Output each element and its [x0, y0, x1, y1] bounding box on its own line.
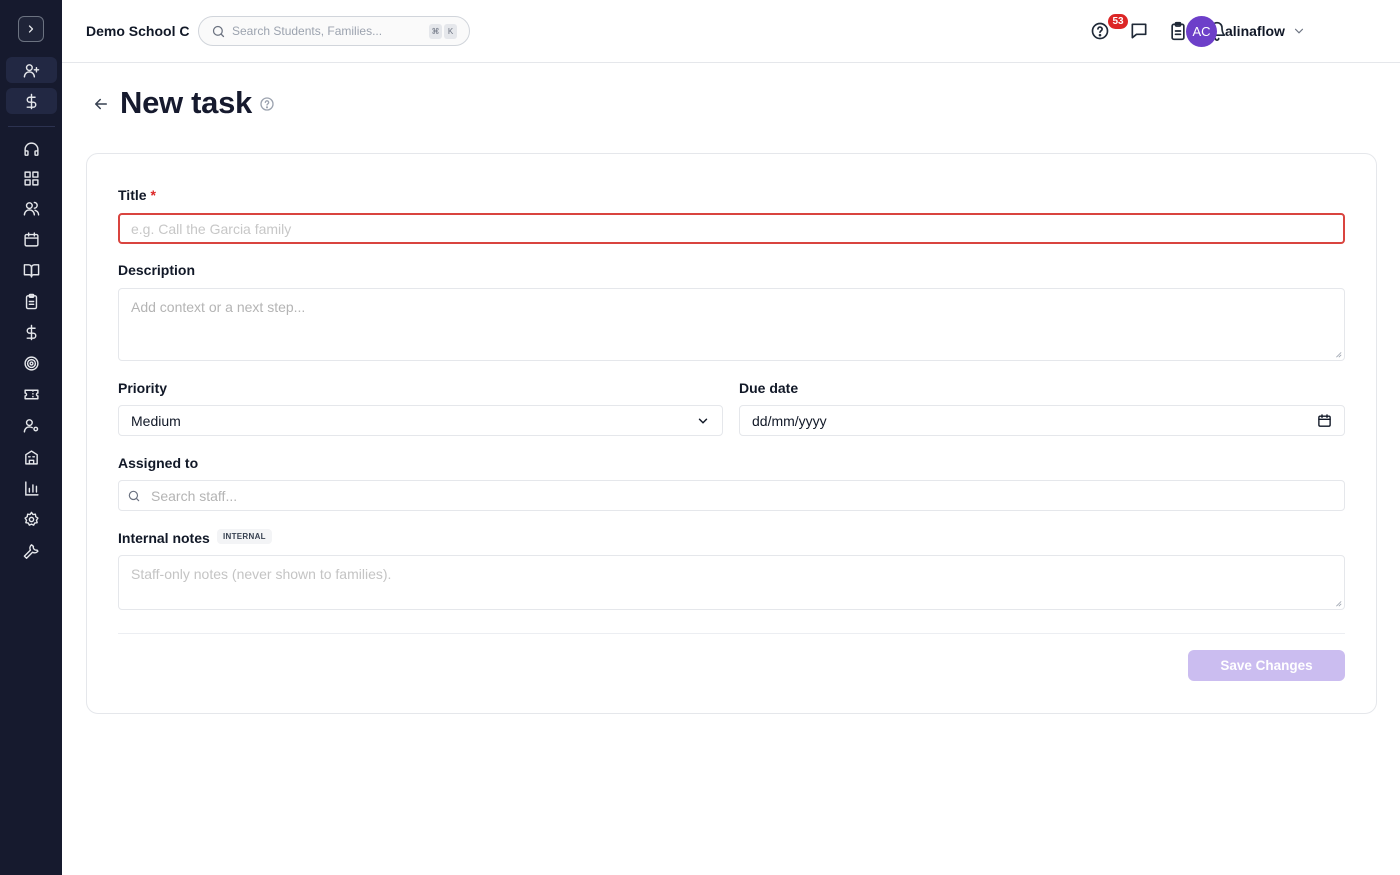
- sidebar-item-calendar[interactable]: [6, 226, 57, 252]
- sidebar-item-reports[interactable]: [6, 475, 57, 501]
- gear-icon: [24, 511, 39, 526]
- user-plus-icon: [23, 63, 40, 78]
- calendar-icon[interactable]: [1317, 413, 1332, 428]
- assigned-to-placeholder: Search staff...: [151, 487, 238, 504]
- title-label-text: Title: [118, 187, 147, 203]
- shortcut-key-k: K: [444, 23, 457, 39]
- headset-icon: [24, 141, 39, 156]
- sidebar-item-staff[interactable]: [6, 412, 57, 438]
- due-date-placeholder: dd/mm/yyyy: [752, 412, 827, 429]
- dollar-icon: [26, 324, 37, 340]
- calendar-icon: [24, 231, 39, 247]
- sidebar-item-settings[interactable]: [6, 506, 57, 532]
- search-icon: [212, 25, 225, 37]
- avatar[interactable]: AC: [1186, 16, 1217, 47]
- sidebar-item-tasks[interactable]: [6, 288, 57, 314]
- due-date-label: Due date: [739, 380, 799, 396]
- sidebar-item-courses[interactable]: [6, 257, 57, 283]
- page-title: New task: [120, 85, 252, 120]
- priority-value: Medium: [131, 412, 181, 429]
- users-icon: [23, 201, 40, 216]
- resize-handle-icon[interactable]: [1334, 350, 1342, 358]
- back-arrow-icon[interactable]: [92, 95, 110, 113]
- sidebar-item-goals[interactable]: [6, 350, 57, 376]
- sidebar-item-people[interactable]: [6, 195, 57, 221]
- help-circle-icon[interactable]: [259, 96, 275, 112]
- username[interactable]: alinaflow: [1225, 23, 1285, 39]
- priority-select[interactable]: Medium: [118, 405, 723, 436]
- sidebar: [0, 0, 62, 875]
- priority-label: Priority: [118, 380, 168, 396]
- tasks-count-badge: 53: [1108, 14, 1128, 29]
- school-name[interactable]: Demo School C: [86, 23, 189, 39]
- title-label: Title *: [118, 187, 156, 203]
- sidebar-divider: [8, 126, 55, 127]
- description-textarea[interactable]: Add context or a next step...: [118, 288, 1345, 361]
- book-icon: [23, 263, 40, 278]
- sidebar-toggle-button[interactable]: [18, 16, 44, 42]
- internal-notes-placeholder: Staff-only notes (never shown to familie…: [131, 566, 392, 582]
- assigned-to-label: Assigned to: [118, 455, 199, 471]
- resize-handle-icon[interactable]: [1334, 599, 1342, 607]
- bar-chart-icon: [25, 480, 39, 496]
- sidebar-item-support[interactable]: [6, 136, 57, 162]
- description-placeholder: Add context or a next step...: [131, 299, 306, 315]
- title-input[interactable]: e.g. Call the Garcia family: [118, 213, 1345, 244]
- sidebar-item-buildings[interactable]: [6, 444, 57, 470]
- target-icon: [24, 355, 39, 371]
- assigned-to-search[interactable]: Search staff...: [118, 480, 1345, 511]
- sidebar-item-dashboard[interactable]: [6, 165, 57, 191]
- internal-notes-textarea[interactable]: Staff-only notes (never shown to familie…: [118, 555, 1345, 610]
- tasks-icon[interactable]: [1168, 21, 1188, 41]
- internal-tag: INTERNAL: [217, 529, 272, 544]
- due-date-input[interactable]: dd/mm/yyyy: [739, 405, 1345, 436]
- internal-notes-label: Internal notes: [118, 530, 210, 546]
- dashboard-icon: [24, 170, 39, 186]
- save-changes-button[interactable]: Save Changes: [1188, 650, 1345, 681]
- required-mark: *: [150, 187, 156, 203]
- dollar-icon: [26, 93, 37, 109]
- user-settings-icon: [23, 418, 39, 433]
- title-placeholder: e.g. Call the Garcia family: [131, 220, 292, 237]
- building-icon: [25, 449, 38, 465]
- sidebar-item-finance[interactable]: [6, 319, 57, 345]
- clipboard-icon: [25, 293, 38, 309]
- form-divider: [118, 633, 1345, 634]
- shortcut-key-cmd: ⌘: [429, 23, 442, 39]
- search-input[interactable]: Search Students, Families...: [232, 24, 429, 38]
- messages-icon[interactable]: [1129, 21, 1149, 41]
- sidebar-item-tickets[interactable]: [6, 381, 57, 407]
- help-icon[interactable]: [1090, 21, 1110, 41]
- chevron-down-icon[interactable]: [1292, 24, 1306, 38]
- sidebar-item-billing[interactable]: [6, 88, 57, 114]
- sidebar-item-add-student[interactable]: [6, 57, 57, 83]
- chevron-right-icon: [28, 25, 34, 33]
- description-label: Description: [118, 262, 196, 278]
- sidebar-item-tools[interactable]: [6, 537, 57, 563]
- global-search[interactable]: Search Students, Families... ⌘ K: [198, 16, 470, 46]
- search-icon: [128, 490, 140, 501]
- chevron-down-icon: [698, 418, 708, 424]
- wrench-icon: [23, 543, 39, 559]
- ticket-icon: [24, 389, 39, 399]
